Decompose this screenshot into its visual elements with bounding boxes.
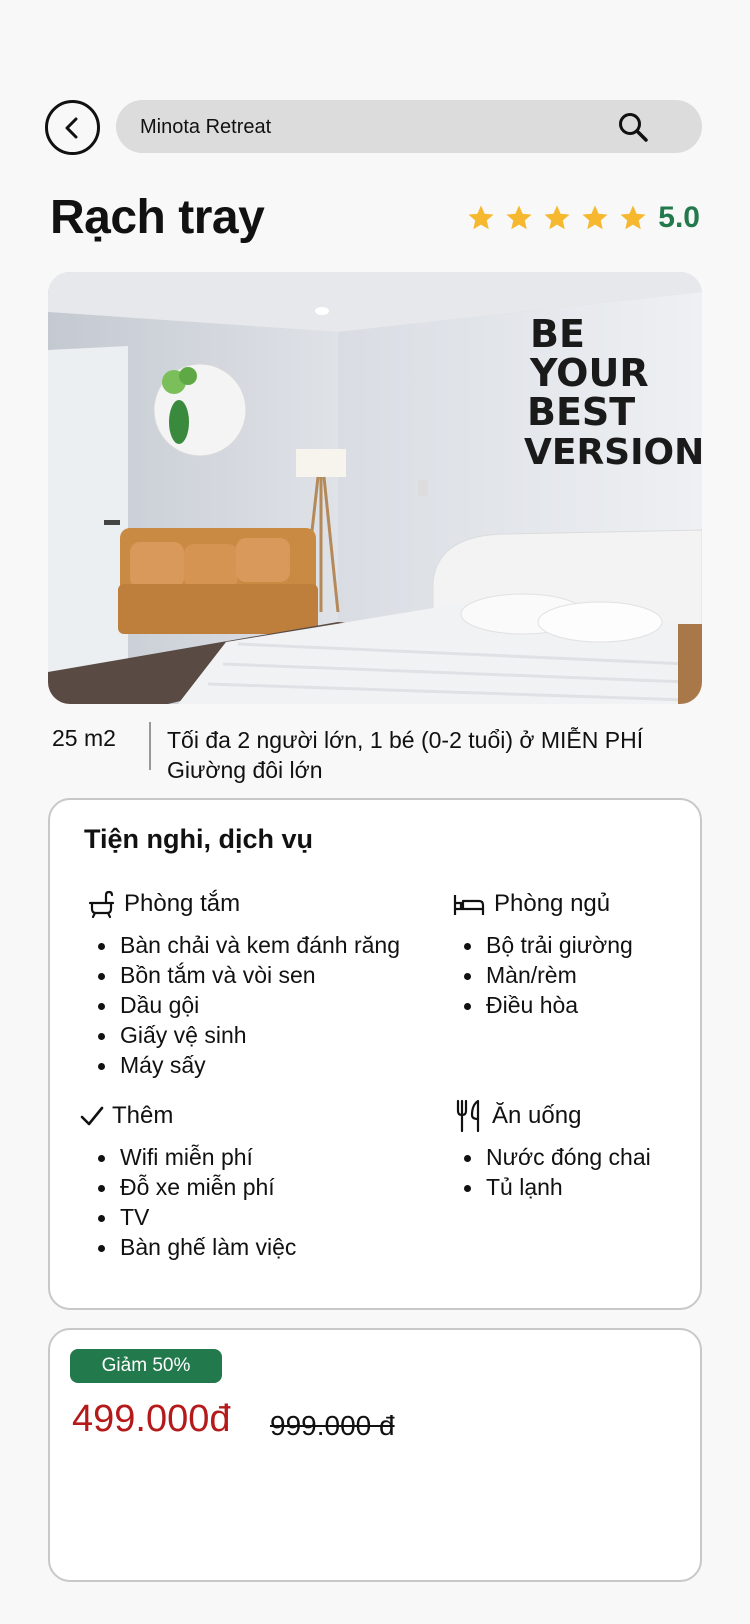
list-item: Wifi miễn phí xyxy=(97,1142,296,1172)
amenity-group-dining: Ăn uống Nước đóng chai Tủ lạnh xyxy=(454,1099,651,1202)
wall-sign-line: BE xyxy=(530,312,585,356)
checkmark-icon xyxy=(80,1106,104,1126)
back-button[interactable] xyxy=(45,100,100,155)
rating: 5.0 xyxy=(466,198,700,238)
divider xyxy=(149,722,151,770)
list-item: Giấy vệ sinh xyxy=(97,1020,400,1050)
original-price: 999.000 đ xyxy=(270,1410,395,1441)
list-item: Màn/rèm xyxy=(464,960,633,990)
list-item: Điều hòa xyxy=(464,990,633,1020)
list-item: Tủ lạnh xyxy=(464,1172,651,1202)
amenity-group-label: Phòng ngủ xyxy=(494,890,611,917)
price-card[interactable]: Giảm 50% 499.000đ 999.000 đ xyxy=(48,1328,702,1582)
amenity-group-extras: Thêm Wifi miễn phí Đỗ xe miễn phí TV Bàn… xyxy=(80,1100,296,1262)
amenities-title: Tiện nghi, dịch vụ xyxy=(84,824,314,854)
fork-knife-icon xyxy=(456,1099,480,1133)
list-item: Bộ trải giường xyxy=(464,932,633,958)
room-capacity: Tối đa 2 người lớn, 1 bé (0-2 tuổi) ở MI… xyxy=(167,725,643,785)
search-input[interactable]: Minota Retreat xyxy=(140,116,271,139)
wall-sign-line: BEST xyxy=(527,390,635,434)
search-icon[interactable] xyxy=(616,110,650,144)
chevron-left-icon xyxy=(65,117,77,138)
amenity-group-label: Thêm xyxy=(112,1102,174,1129)
list-item: Bồn tắm và vòi sen xyxy=(97,960,400,990)
room-illustration: BE YOUR BEST VERSION xyxy=(48,272,702,704)
search-bar[interactable]: Minota Retreat xyxy=(116,100,702,153)
room-meta: 25 m2 Tối đa 2 người lớn, 1 bé (0-2 tuổi… xyxy=(52,722,702,785)
amenities-card: Tiện nghi, dịch vụ Phòng tắm Bàn chải và… xyxy=(48,798,702,1310)
discount-badge: Giảm 50% xyxy=(70,1349,222,1383)
list-item: Bàn chải và kem đánh răng xyxy=(97,932,401,958)
amenity-group-bedroom: Phòng ngủ Bộ trải giường Màn/rèm Điều hò… xyxy=(452,888,633,1020)
star-icon xyxy=(468,205,494,230)
amenity-list: Bàn chải và kem đánh răng Bồn tắm và vòi… xyxy=(86,930,400,1080)
current-price: 499.000đ xyxy=(72,1398,231,1440)
top-bar: Minota Retreat xyxy=(45,100,702,155)
list-item: Đỗ xe miễn phí xyxy=(97,1172,296,1202)
amenity-group-bathroom: Phòng tắm Bàn chải và kem đánh răng Bồn … xyxy=(86,888,400,1080)
bed-type-text: Giường đôi lớn xyxy=(167,757,323,783)
list-item: Bàn ghế làm việc xyxy=(97,1234,297,1260)
star-icon xyxy=(582,205,608,230)
star-icon xyxy=(506,205,532,230)
bathtub-icon xyxy=(88,890,115,919)
wall-sign-line: YOUR xyxy=(529,351,649,395)
amenity-group-label: Ăn uống xyxy=(492,1102,582,1129)
star-icon xyxy=(544,205,570,230)
title-row: Rạch tray 5.0 xyxy=(50,190,700,250)
amenity-list: Nước đóng chai Tủ lạnh xyxy=(454,1142,651,1202)
room-photo[interactable]: BE YOUR BEST VERSION xyxy=(48,272,702,704)
list-item: Dầu gội xyxy=(97,990,400,1020)
room-area: 25 m2 xyxy=(52,725,116,751)
list-item: TV xyxy=(97,1202,296,1232)
bed-icon xyxy=(453,895,485,915)
wall-sign-line: VERSION xyxy=(524,432,702,473)
star-icon xyxy=(620,205,646,230)
list-item: Nước đóng chai xyxy=(464,1144,651,1170)
amenity-list: Wifi miễn phí Đỗ xe miễn phí TV Bàn ghế … xyxy=(80,1142,296,1262)
amenity-group-label: Phòng tắm xyxy=(124,890,241,917)
list-item: Máy sấy xyxy=(97,1050,400,1080)
amenity-list: Bộ trải giường Màn/rèm Điều hòa xyxy=(452,930,633,1020)
occupancy-text: Tối đa 2 người lớn, 1 bé (0-2 tuổi) ở MI… xyxy=(167,727,644,753)
page-title: Rạch tray xyxy=(50,191,265,244)
rating-value: 5.0 xyxy=(658,201,700,234)
